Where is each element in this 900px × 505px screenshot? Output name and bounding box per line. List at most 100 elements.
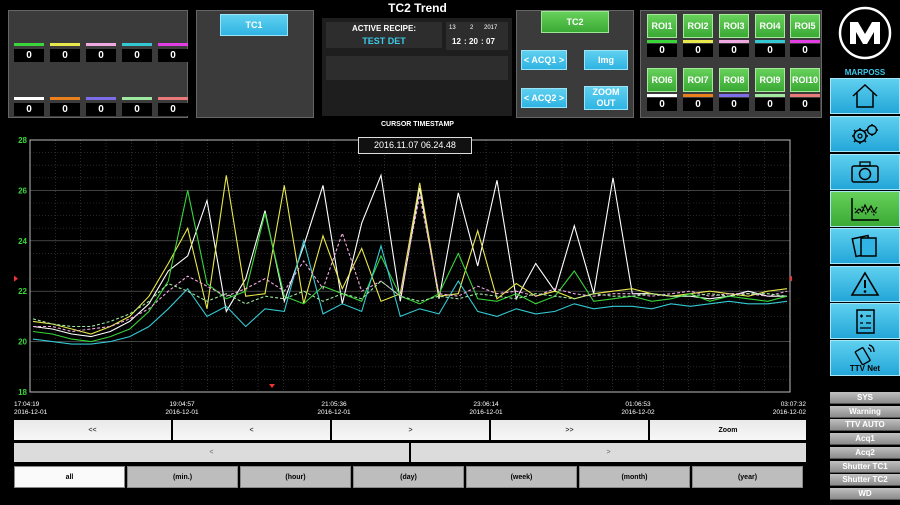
tc2-button[interactable]: TC2	[541, 11, 609, 33]
roi-button[interactable]: ROI10	[790, 68, 820, 92]
range-hour-button[interactable]: (hour)	[240, 466, 351, 488]
range-day-button[interactable]: (day)	[353, 466, 464, 488]
roi-value: 0	[790, 44, 820, 57]
roi-button[interactable]: ROI4	[755, 14, 785, 38]
images-icon	[851, 234, 877, 258]
warning-button[interactable]	[830, 266, 900, 302]
side-menu-item[interactable]: Acq2	[830, 446, 900, 459]
y-tick-label: 20	[18, 338, 27, 347]
roi-item: ROI9 0	[755, 68, 785, 111]
side-menu-item[interactable]: Acq1	[830, 433, 900, 446]
x-tick-time-label: 23:06:14	[473, 401, 499, 408]
ttv-net-button[interactable]: TTV Net	[830, 340, 900, 376]
acq2-button[interactable]: < ACQ2 >	[521, 88, 567, 108]
roi-item: ROI7 0	[683, 68, 713, 111]
roi-color-bar	[683, 40, 713, 43]
roi-item: ROI3 0	[719, 14, 749, 57]
counter-color-bar	[86, 43, 116, 46]
marposs-logo: MARPOSS	[834, 6, 896, 77]
tc1-button[interactable]: TC1	[220, 14, 288, 36]
counter-color-bar	[122, 43, 152, 46]
roi-button[interactable]: ROI7	[683, 68, 713, 92]
nav-prev-button[interactable]: <	[173, 420, 330, 440]
zoom-out-button[interactable]: ZOOM OUT	[584, 86, 628, 110]
message-box	[326, 56, 508, 80]
x-tick-time-label: 19:04:57	[169, 401, 195, 408]
counter-color-bar	[50, 97, 80, 100]
roi-button[interactable]: ROI9	[755, 68, 785, 92]
camera-button[interactable]	[830, 154, 900, 190]
img-button[interactable]: Img	[584, 50, 628, 70]
counter-value: 0	[122, 103, 152, 116]
gallery-button[interactable]	[830, 228, 900, 264]
x-tick-date-label: 2016-12-01	[317, 409, 351, 416]
roi-button[interactable]: ROI2	[683, 14, 713, 38]
scroll-right-button[interactable]: >	[411, 443, 806, 462]
counter-color-bar	[158, 97, 188, 100]
counter-value: 0	[14, 103, 44, 116]
side-menu-item[interactable]: WD	[830, 487, 900, 500]
x-tick-date-label: 2016-12-01	[469, 409, 503, 416]
date-year: 2017	[484, 25, 498, 31]
roi-value: 0	[719, 98, 749, 111]
roi-value: 0	[755, 98, 785, 111]
side-menu-item[interactable]: Shutter TC1	[830, 460, 900, 473]
roi-color-bar	[719, 94, 749, 97]
side-menu-item[interactable]: TTV AUTO	[830, 419, 900, 432]
y-tick-label: 28	[18, 136, 27, 145]
roi-value: 0	[647, 98, 677, 111]
color-counters-panel	[8, 10, 188, 118]
range-year-button[interactable]: (year)	[692, 466, 803, 488]
range-all-button[interactable]: all	[14, 466, 125, 488]
counter-color-bar	[50, 43, 80, 46]
logo-text: MARPOSS	[844, 68, 886, 77]
roi-button[interactable]: ROI3	[719, 14, 749, 38]
roi-color-bar	[683, 94, 713, 97]
marposs-logo-icon	[838, 6, 892, 60]
counter-color-bar	[86, 97, 116, 100]
roi-button[interactable]: ROI8	[719, 68, 749, 92]
roi-color-bar	[755, 40, 785, 43]
side-menu-item[interactable]: SYS	[830, 392, 900, 404]
nav-first-button[interactable]: <<	[14, 420, 171, 440]
time-hours: 12	[452, 37, 461, 46]
y-tick-label: 26	[18, 186, 27, 195]
roi-item: ROI8 0	[719, 68, 749, 111]
range-week-button[interactable]: (week)	[466, 466, 577, 488]
counter-color-bar	[14, 97, 44, 100]
counter-value: 0	[86, 49, 116, 62]
roi-value: 0	[647, 44, 677, 57]
roi-value: 0	[683, 44, 713, 57]
ttv-net-label: TTV Net	[849, 364, 881, 373]
range-month-button[interactable]: (month)	[579, 466, 690, 488]
trend-button[interactable]	[830, 191, 900, 227]
report-button[interactable]	[830, 303, 900, 339]
roi-button[interactable]: ROI5	[790, 14, 820, 38]
roi-value: 0	[790, 98, 820, 111]
roi-button[interactable]: ROI1	[647, 14, 677, 38]
roi-button[interactable]: ROI6	[647, 68, 677, 92]
side-menu-item[interactable]: Warning	[830, 405, 900, 418]
zoom-button[interactable]: Zoom	[650, 420, 806, 440]
side-menu-item[interactable]: Shutter TC2	[830, 474, 900, 487]
roi-color-bar	[790, 40, 820, 43]
trend-chart[interactable]: 18202224262817:04:192016-12-0119:04:5720…	[8, 128, 824, 418]
y-tick-label: 18	[18, 388, 27, 397]
settings-button[interactable]	[830, 116, 900, 152]
range-min-button[interactable]: (min.)	[127, 466, 238, 488]
roi-item: ROI6 0	[647, 68, 677, 111]
scroll-left-button[interactable]: <	[14, 443, 409, 462]
recipe-label: ACTIVE RECIPE:	[351, 24, 416, 33]
roi-color-bar	[790, 94, 820, 97]
x-tick-date-label: 2016-12-01	[165, 409, 199, 416]
nav-next-button[interactable]: >	[332, 420, 489, 440]
nav-last-button[interactable]: >>	[491, 420, 648, 440]
home-button[interactable]	[830, 78, 900, 114]
acq1-button[interactable]: < ACQ1 >	[521, 50, 567, 70]
counter-color-bar	[14, 43, 44, 46]
counter-value: 0	[50, 103, 80, 116]
remote-control-icon	[854, 344, 875, 365]
roi-item: ROI4 0	[755, 14, 785, 57]
camera-icon	[851, 161, 879, 183]
counter-value: 0	[122, 49, 152, 62]
